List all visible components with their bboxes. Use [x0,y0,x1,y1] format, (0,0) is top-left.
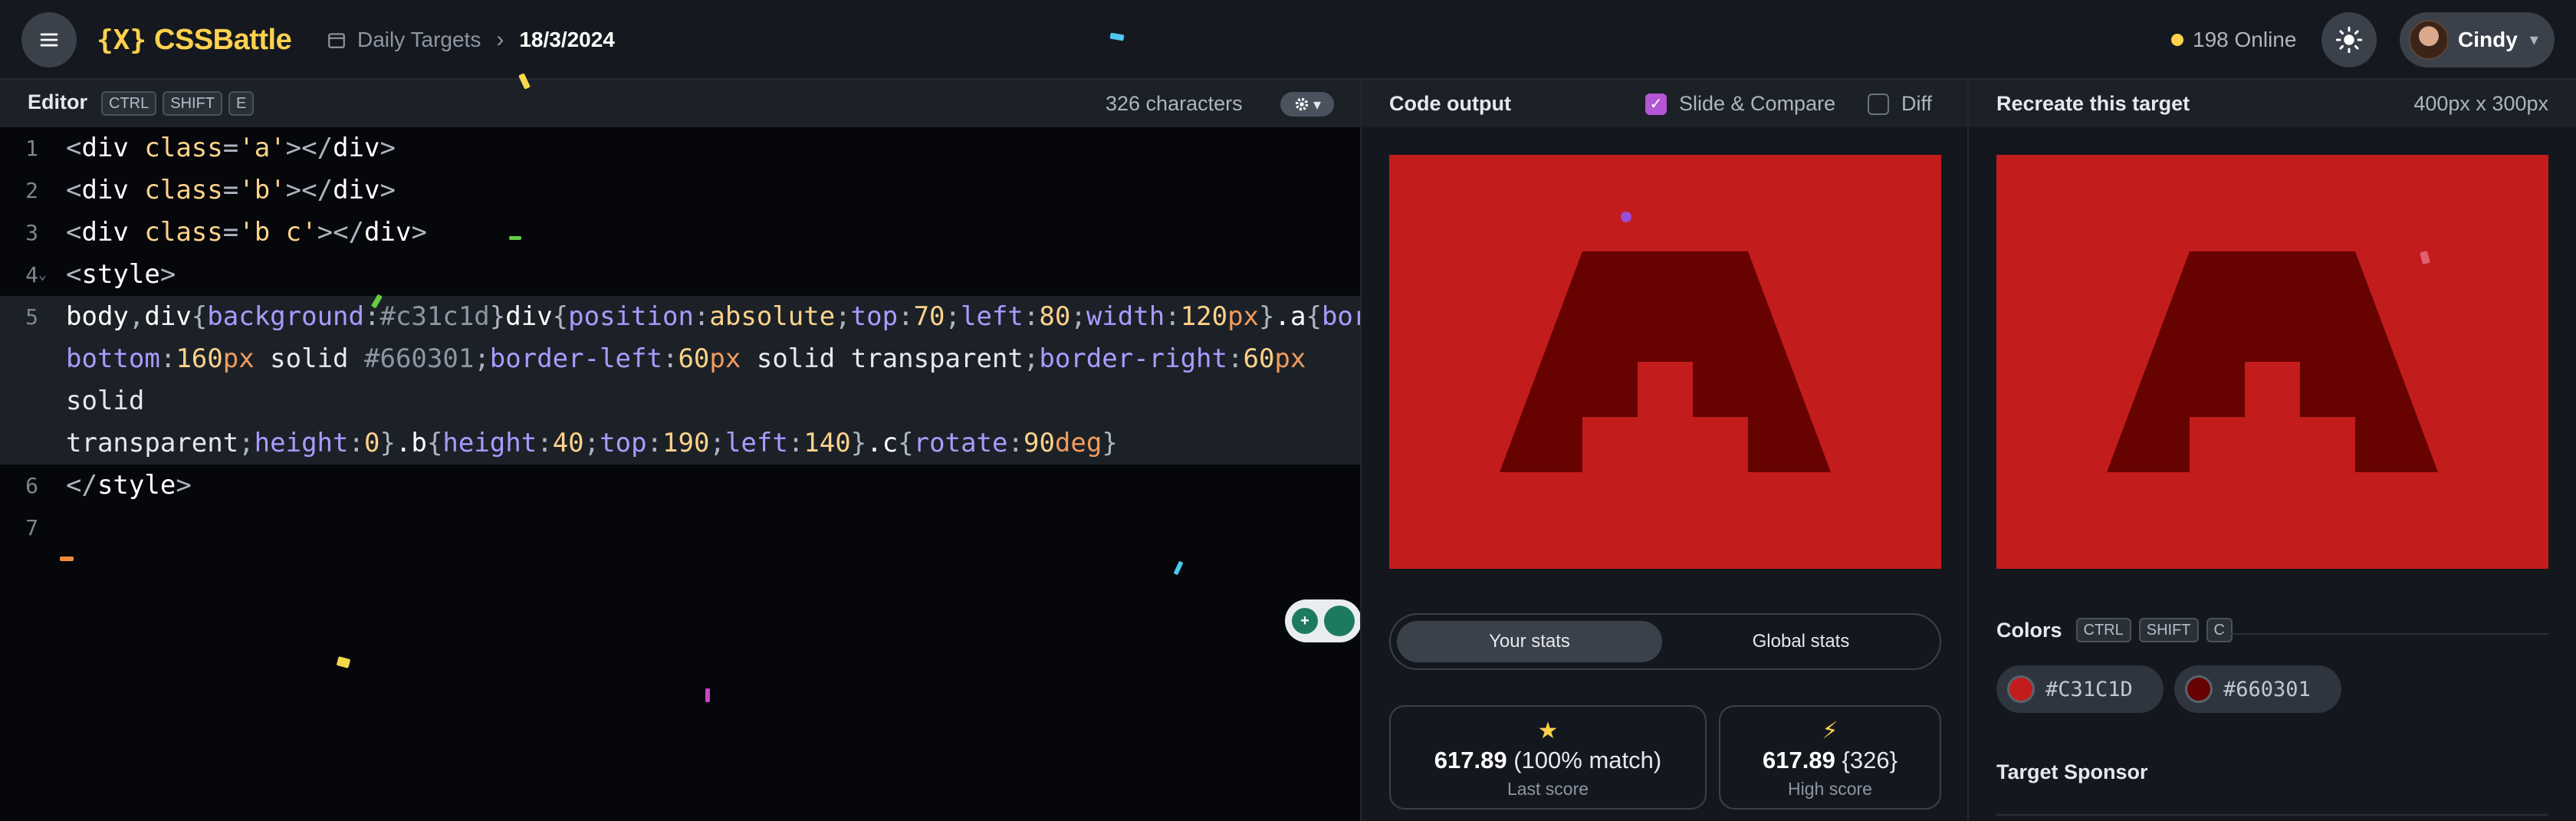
shape-notch [2245,362,2300,472]
breadcrumb-daily-targets[interactable]: Daily Targets [357,28,481,52]
editor-header: Editor CTRL SHIFT E 326 characters ▾ [0,80,1362,127]
sponsor-title: Target Sponsor [1996,760,2148,783]
last-score-label: Last score [1506,779,1589,799]
key-ctrl: CTRL [101,91,157,116]
online-count: 198 Online [2193,28,2297,51]
output-canvas[interactable] [1389,155,1941,569]
chevron-down-icon: ▾ [2529,30,2538,49]
code-line: 6 </style> [0,465,1362,507]
line-number: 3 [25,220,38,245]
top-bar: {X} CSSBattle Daily Targets › 18/3/2024 … [0,0,2576,80]
target-canvas [1996,155,2548,569]
high-score-label: High score [1788,779,1872,799]
color-hex: #C31C1D [2045,677,2133,701]
color-hex: #660301 [2223,677,2311,701]
hamburger-icon [40,33,58,47]
diff-toggle[interactable]: Diff [1868,92,1932,116]
output-title: Code output [1389,92,1511,115]
color-chip [2007,675,2035,703]
code-line: 4 ⌄ <style> [0,254,1362,296]
color-chip [2185,675,2213,703]
logo-mark: {X} [97,24,147,56]
target-title: Recreate this target [1996,92,2190,115]
target-panel: Recreate this target 400px x 300px Color… [1969,80,2576,821]
code-line: 7 [0,507,1362,549]
tab-your-stats[interactable]: Your stats [1397,621,1662,662]
editor-shortcut: CTRL SHIFT E [101,91,255,116]
line-number: 5 [25,304,38,330]
target-header: Recreate this target 400px x 300px [1969,80,2576,127]
line-number: 4 [25,262,38,287]
output-header: Code output ✓ Slide & Compare Diff [1362,80,1969,127]
code-line: 2 <div class='b'></div> [0,169,1362,212]
colors-heading: Colors CTRL SHIFT C [1996,618,2233,642]
last-score-value: 617.89 (100% match) [1434,747,1662,773]
code-line-active: 5 body,div{background:#c31c1d}div{positio… [0,296,1431,465]
output-render [1500,251,1831,472]
tab-global-stats[interactable]: Global stats [1668,621,1934,662]
key-ctrl: CTRL [2075,618,2131,642]
calendar-icon [327,30,347,50]
lightbulb-icon: + [1292,608,1318,634]
logo[interactable]: {X} CSSBattle [97,21,292,58]
last-score-card: ★ 617.89 (100% match) Last score [1389,705,1707,810]
output-panel: Code output ✓ Slide & Compare Diff Your … [1362,80,1969,821]
online-indicator: 198 Online [2171,23,2296,57]
key-shift: SHIFT [163,91,223,116]
divider-line [2222,633,2548,635]
divider-line [1996,814,2548,816]
breadcrumb: Daily Targets › 18/3/2024 [327,23,615,57]
breadcrumb-date: 18/3/2024 [519,28,615,51]
color-swatch[interactable]: #660301 [2174,665,2341,713]
fold-chevron-icon[interactable]: ⌄ [38,254,49,296]
key-c: C [2206,618,2233,642]
confetti [1621,212,1631,222]
editor-title: Editor [28,90,87,113]
lightning-icon: ⚡ [1822,718,1838,744]
user-menu-button[interactable]: Cindy ▾ [2400,12,2555,67]
line-number: 1 [25,136,38,161]
logo-text: CSSBattle [154,23,292,56]
checkbox-checked-icon[interactable]: ✓ [1645,93,1667,115]
caret-down-icon: ▾ [1313,96,1322,113]
key-shift: SHIFT [2138,618,2199,642]
editor-settings-button[interactable]: ▾ [1280,92,1334,117]
stats-tabs: Your stats Global stats [1389,613,1941,670]
sun-icon [2335,26,2363,54]
key-e: E [228,91,255,116]
diff-label: Diff [1901,92,1933,115]
character-count: 326 characters [1106,92,1243,115]
theme-toggle-button[interactable] [2321,12,2377,67]
confetti [705,688,710,702]
slide-compare-label: Slide & Compare [1679,92,1836,115]
line-number: 2 [25,178,38,203]
leaf-icon [1324,606,1355,636]
chevron-right-icon: › [496,27,504,52]
code-editor[interactable]: 1 <div class='a'></div> 2 <div class='b'><… [0,127,1431,549]
avatar [2409,20,2449,60]
line-number: 7 [25,515,38,540]
star-icon: ★ [1537,718,1559,744]
confetti [509,236,521,240]
online-dot-icon [2171,34,2183,46]
assistant-button[interactable]: + [1285,599,1362,642]
shape-notch [1638,362,1693,472]
user-name: Cindy [2458,28,2518,51]
menu-button[interactable] [21,12,77,67]
editor-panel: Editor CTRL SHIFT E 326 characters ▾ 1 <d… [0,80,1431,821]
color-swatch[interactable]: #C31C1D [1996,665,2164,713]
colors-title: Colors [1996,618,2062,642]
line-number: 6 [25,473,38,498]
target-render [2107,251,2438,472]
high-score-card: ⚡ 617.89 {326} High score [1719,705,1941,810]
target-dimensions: 400px x 300px [2413,92,2548,115]
slide-compare-toggle[interactable]: ✓ Slide & Compare [1645,92,1835,116]
gear-icon [1295,97,1309,111]
code-line: 1 <div class='a'></div> [0,127,1362,169]
confetti [60,557,74,561]
checkbox-unchecked-icon[interactable] [1868,93,1889,115]
high-score-value: 617.89 {326} [1763,747,1898,773]
code-line: 3 <div class='b c'></div> [0,212,1362,254]
